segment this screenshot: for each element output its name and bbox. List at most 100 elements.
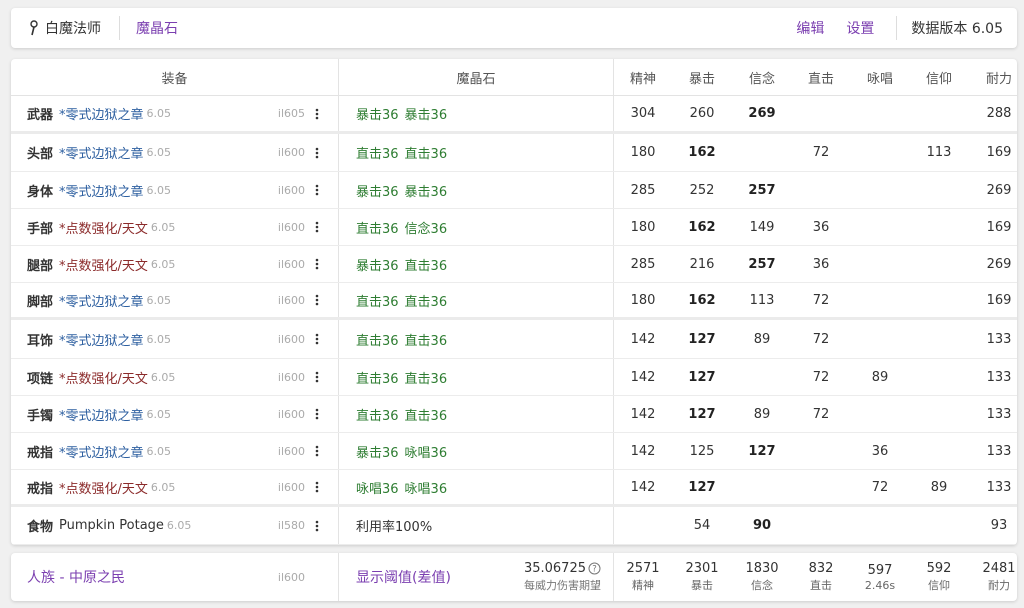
stat-total-value: 2571 (626, 561, 660, 576)
kebab-icon (315, 333, 319, 345)
race-selector[interactable]: 人族 - 中原之民 (27, 553, 125, 601)
stat-value: 162 (688, 145, 716, 160)
gear-name-link[interactable]: *零式边狱之章 6.05 (59, 433, 171, 469)
more-menu-button[interactable] (311, 433, 323, 469)
stat-value (614, 507, 672, 544)
more-menu-button[interactable] (311, 172, 323, 208)
stat-value: 127 (688, 331, 716, 347)
more-menu-button[interactable] (311, 396, 323, 432)
gear-name: *零式边狱之章 (59, 184, 144, 200)
stat-value: 133 (986, 443, 1012, 459)
materia-slots[interactable]: 直击36 直击36 (356, 396, 447, 432)
stat-value: 180 (630, 219, 656, 235)
stat-total: 832 直击 (792, 553, 850, 601)
help-icon[interactable]: ? (588, 562, 601, 575)
header-divider-right (896, 16, 898, 40)
materia-item: 直击36 (356, 294, 399, 310)
gear-name-link[interactable]: *零式边狱之章 6.05 (59, 396, 171, 432)
stat-value: 72 (871, 479, 889, 495)
stat-value: 142 (630, 479, 656, 495)
edit-link[interactable]: 编辑 (796, 18, 824, 38)
table-row: 身体 *零式边狱之章 6.05 il600 暴击36 暴击36 285 252 257 269 (11, 172, 1017, 209)
materia-slots[interactable]: 暴击36 暴击36 (356, 96, 447, 131)
more-menu-button[interactable] (311, 246, 323, 282)
damage-value: 35.06725 (523, 561, 586, 576)
stat-total: 1830 信念 (733, 553, 791, 601)
gear-name-link[interactable]: *零式边狱之章 6.05 (59, 134, 171, 171)
materia-item: 直击36 (404, 371, 448, 387)
kebab-icon (315, 184, 319, 196)
more-menu-button[interactable] (311, 283, 323, 317)
stat-total-label: 2.46s (864, 578, 896, 592)
staff-icon (30, 20, 38, 36)
stat-value (910, 320, 968, 358)
stat-value (910, 96, 968, 131)
slot-label: 头部 (27, 147, 54, 162)
slot-label: 戒指 (27, 445, 54, 461)
stat-total: 2481 耐力 (970, 553, 1017, 601)
more-menu-button[interactable] (311, 96, 323, 131)
materia-slots[interactable]: 暴击36 直击36 (356, 246, 447, 282)
gear-patch-version: 6.05 (146, 332, 172, 346)
gear-name-link[interactable]: Pumpkin Potage 6.05 (59, 507, 191, 544)
gear-name: Pumpkin Potage (59, 518, 164, 533)
stat-value (792, 470, 850, 504)
more-menu-button[interactable] (311, 507, 323, 544)
stat-value: 36 (871, 443, 889, 459)
gear-name-link[interactable]: *点数强化/天文 6.05 (59, 470, 175, 504)
more-menu-button[interactable] (311, 470, 323, 504)
item-level: il600 (277, 146, 305, 159)
gear-patch-version: 6.05 (146, 444, 172, 458)
header-stat: 信念 (748, 71, 775, 87)
stat-value: 113 (749, 292, 775, 308)
tab-materia[interactable]: 魔晶石 (136, 18, 178, 38)
header-materia: 魔晶石 (456, 71, 496, 87)
gear-name-link[interactable]: *点数强化/天文 6.05 (59, 359, 175, 395)
materia-slots[interactable]: 咏唱36 咏唱36 (356, 470, 447, 504)
gear-name-link[interactable]: *零式边狱之章 6.05 (59, 283, 171, 317)
more-menu-button[interactable] (311, 320, 323, 358)
job-name: 白魔法师 (45, 21, 101, 37)
gear-patch-version: 6.05 (166, 519, 192, 532)
gear-name-link[interactable]: *零式边狱之章 6.05 (59, 320, 171, 358)
slot-label: 脚部 (27, 294, 54, 310)
stat-value: 36 (812, 256, 830, 272)
materia-slots[interactable]: 暴击36 咏唱36 (356, 433, 447, 469)
materia-slots[interactable]: 直击36 直击36 (356, 359, 447, 395)
stat-value (851, 209, 909, 245)
gear-table: 装备 魔晶石 精神 暴击 信念 直击 咏唱 信仰 耐力 武器 *零式边狱之章 6.05 il605… (11, 59, 1017, 545)
materia-slots[interactable]: 直击36 直击36 (356, 320, 447, 358)
slot-label: 腿部 (27, 258, 54, 274)
gear-name-link[interactable]: *点数强化/天文 6.05 (59, 246, 175, 282)
gear-name-link[interactable]: *零式边狱之章 6.05 (59, 96, 171, 131)
gear-name-link[interactable]: *点数强化/天文 6.05 (59, 209, 175, 245)
stat-value: 162 (688, 292, 716, 308)
stat-value (733, 470, 791, 504)
materia-slots[interactable]: 直击36 直击36 (356, 283, 447, 317)
materia-slots[interactable]: 直击36 直击36 (356, 134, 447, 171)
slot-label: 耳饰 (27, 333, 54, 349)
materia-slots[interactable]: 暴击36 暴击36 (356, 172, 447, 208)
table-row: 项链 *点数强化/天文 6.05 il600 直击36 直击36 142 127 72 89 133 (11, 359, 1017, 396)
gear-patch-version: 6.05 (146, 146, 172, 159)
more-menu-button[interactable] (311, 134, 323, 171)
materia-slots[interactable]: 利用率100% (356, 507, 432, 544)
job-selector[interactable]: 白魔法师 (11, 8, 101, 48)
gear-name-link[interactable]: *零式边狱之章 6.05 (59, 172, 171, 208)
materia-item: 直击36 (356, 221, 399, 237)
more-menu-button[interactable] (311, 209, 323, 245)
stat-total: 2301 暴击 (673, 553, 731, 601)
settings-link[interactable]: 设置 (846, 18, 874, 38)
show-threshold-link[interactable]: 显示阈值(差值) (356, 553, 451, 601)
slot-label: 身体 (27, 184, 54, 200)
table-row: 武器 *零式边狱之章 6.05 il605 暴击36 暴击36 304 260 269 288 (11, 96, 1017, 134)
gear-name: *零式边狱之章 (59, 408, 144, 424)
materia-item: 直击36 (404, 294, 448, 310)
item-level: il580 (277, 519, 305, 532)
table-row: 戒指 *点数强化/天文 6.05 il600 咏唱36 咏唱36 142 127 72 89 133 (11, 470, 1017, 507)
stat-value: 269 (986, 256, 1012, 272)
stat-value: 72 (812, 369, 830, 385)
header-stat: 直击 (807, 71, 834, 87)
materia-slots[interactable]: 直击36 信念36 (356, 209, 447, 245)
more-menu-button[interactable] (311, 359, 323, 395)
